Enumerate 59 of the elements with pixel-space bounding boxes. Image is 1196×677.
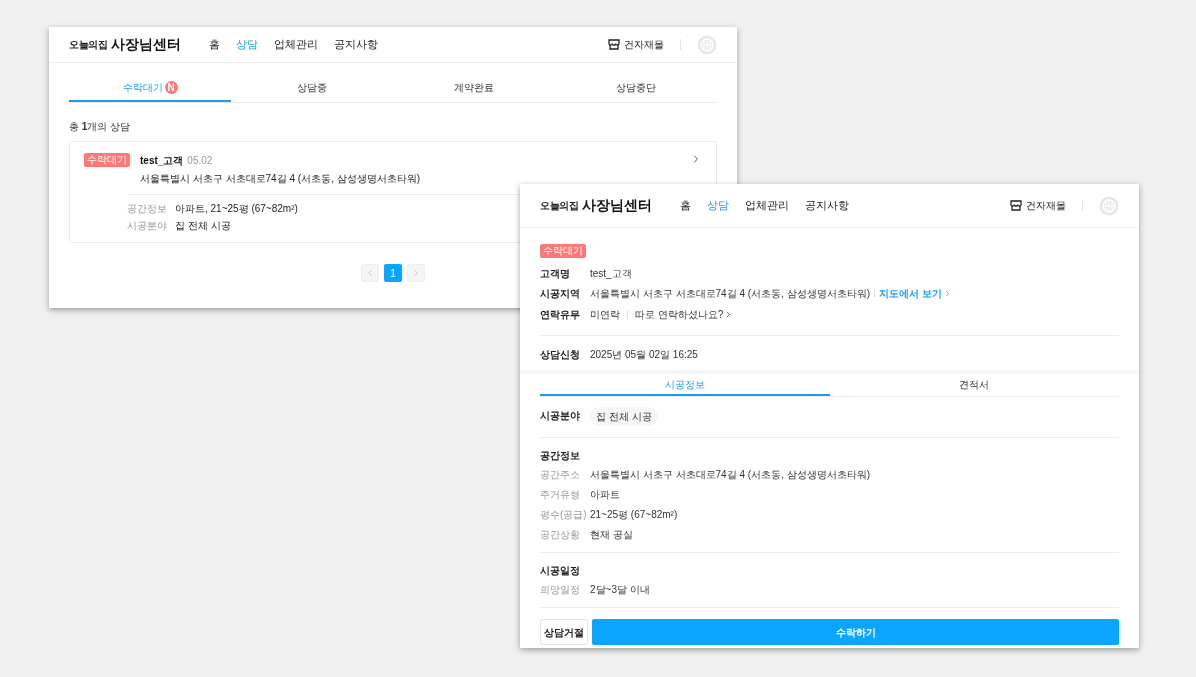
field-label: 시공지역: [540, 286, 581, 301]
nav-link[interactable]: 업체관리: [745, 197, 789, 214]
field-label: 상담신청: [540, 347, 581, 362]
detail-label: 시공분야: [127, 219, 168, 233]
store-icon: [1010, 200, 1022, 211]
status-badge: 수락대기: [540, 244, 586, 258]
chevron-right-icon: [411, 268, 421, 278]
contact-link[interactable]: 따로 연락하셨나요?: [635, 307, 734, 322]
field-label: 공간주소: [540, 467, 581, 482]
detail-value: 아파트, 21~25평 (67~82m²): [175, 202, 298, 216]
reject-button[interactable]: 상담거절: [540, 619, 588, 645]
consult-date: 05.02: [187, 154, 213, 168]
field-value: 서울특별시 서초구 서초대로74길 4 (서초동, 삼성생명서초타워): [590, 286, 870, 301]
new-badge: N: [164, 81, 178, 94]
status-tab[interactable]: 상담중단: [555, 75, 717, 102]
field-value: 21~25평 (67~82m²): [590, 507, 678, 522]
brand-logo: 사장님센터: [111, 35, 181, 54]
next-page-button[interactable]: [407, 264, 425, 282]
avatar-icon[interactable]: [1099, 195, 1119, 216]
status-tab[interactable]: 계약완료: [393, 75, 555, 102]
nav-link[interactable]: 홈: [680, 197, 691, 214]
nav-link[interactable]: 공지사항: [805, 197, 849, 214]
mall-link[interactable]: 건자재몰: [624, 37, 664, 52]
nav-link[interactable]: 공지사항: [334, 36, 378, 53]
status-tab[interactable]: 상담중: [231, 75, 393, 102]
field-label: 평수(공급): [540, 507, 588, 522]
section-title: 시공일정: [540, 563, 581, 578]
field-value: 미연락: [590, 308, 620, 322]
avatar-icon[interactable]: [697, 34, 717, 55]
customer-address: 서울특별시 서초구 서초대로74길 4 (서초동, 삼성생명서초타워): [140, 172, 421, 186]
field-label: 고객명: [540, 266, 571, 281]
nav-link[interactable]: 홈: [209, 36, 220, 53]
field-label: 시공분야: [540, 409, 581, 423]
field-value: test_고객: [590, 266, 632, 281]
field-value: 2달~3달 이내: [590, 582, 650, 597]
brand-logo: 사장님센터: [582, 196, 652, 215]
field-chip: 집 전체 시공: [590, 407, 658, 426]
field-value: 2025년 05월 02일 16:25: [590, 347, 698, 362]
brand-logo-small: 오늘의집: [540, 199, 578, 213]
field-value: 아파트: [590, 487, 620, 502]
consult-count: 총 1개의 상담: [69, 120, 132, 134]
mall-link[interactable]: 건자재몰: [1026, 198, 1066, 213]
section-title: 공간정보: [540, 448, 581, 463]
detail-label: 공간정보: [127, 202, 168, 216]
detail-tab[interactable]: 견적서: [829, 374, 1119, 396]
field-label: 연락유무: [540, 308, 581, 322]
previous-page-button[interactable]: [361, 264, 379, 282]
detail-value: 집 전체 시공: [175, 219, 231, 233]
store-icon: [608, 39, 620, 50]
customer-name: test_고객: [140, 154, 184, 168]
field-value: 현재 공실: [590, 527, 633, 542]
field-label: 주거유형: [540, 487, 581, 502]
nav-link[interactable]: 업체관리: [274, 36, 318, 53]
brand-logo-small: 오늘의집: [69, 38, 107, 52]
field-label: 공간상황: [540, 527, 581, 542]
chevron-left-icon: [365, 268, 375, 278]
status-badge: 수락대기: [84, 153, 130, 167]
field-label: 희망일정: [540, 582, 581, 597]
field-value: 서울특별시 서초구 서초대로74길 4 (서초동, 삼성생명서초타워): [590, 467, 870, 482]
